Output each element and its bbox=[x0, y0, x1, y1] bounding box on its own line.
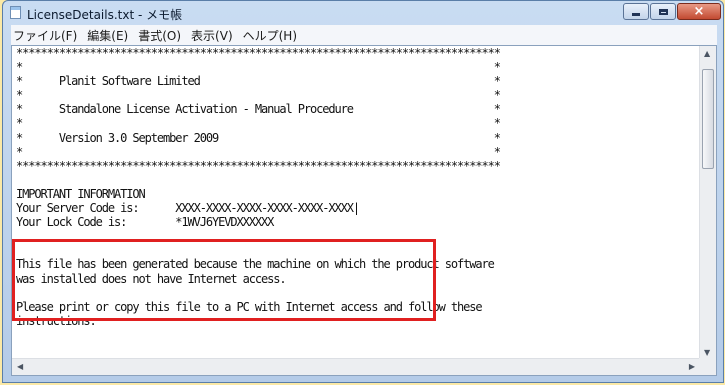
notepad-icon bbox=[10, 6, 21, 19]
menu-format[interactable]: 書式(O) bbox=[136, 27, 185, 44]
vertical-scroll-thumb[interactable] bbox=[702, 69, 714, 169]
doc-line: * Version 3.0 September 2009 * bbox=[16, 130, 501, 145]
doc-line: * * bbox=[16, 88, 501, 103]
doc-line bbox=[12, 173, 700, 187]
window-title: LicenseDetails.txt - メモ帳 bbox=[27, 8, 183, 22]
doc-line: ****************************************… bbox=[16, 158, 501, 173]
doc-line: ****************************************… bbox=[16, 46, 501, 60]
doc-line bbox=[12, 229, 700, 243]
scroll-right-icon[interactable]: ▶ bbox=[689, 362, 695, 371]
doc-line: * * bbox=[16, 60, 501, 75]
doc-line: This file has been generated because the… bbox=[16, 257, 495, 272]
menu-bar: ファイル(F) 編集(E) 書式(O) 表示(V) ヘルプ(H) bbox=[11, 25, 717, 45]
doc-line: instructions. bbox=[16, 313, 97, 328]
doc-line: * Planit Software Limited * bbox=[16, 74, 501, 89]
scroll-left-icon[interactable]: ◀ bbox=[17, 362, 23, 371]
resize-grip[interactable] bbox=[699, 358, 716, 375]
doc-line bbox=[12, 243, 700, 257]
doc-line bbox=[12, 286, 700, 300]
scroll-up-icon[interactable]: ▲ bbox=[704, 49, 710, 58]
doc-line-important-header: IMPORTANT INFORMATION bbox=[16, 186, 146, 201]
minimize-icon bbox=[632, 13, 640, 16]
editor-area: ****************************************… bbox=[11, 45, 717, 376]
title-bar[interactable]: LicenseDetails.txt - メモ帳 × bbox=[3, 1, 723, 25]
menu-file[interactable]: ファイル(F) bbox=[11, 27, 81, 44]
doc-line: * * bbox=[16, 116, 501, 131]
doc-line-server-code: Your Server Code is: XXXX-XXXX-XXXX-XXXX… bbox=[16, 201, 360, 216]
minimize-button[interactable] bbox=[623, 3, 649, 20]
doc-line: * Standalone License Activation - Manual… bbox=[16, 102, 501, 117]
document-text-area[interactable]: ****************************************… bbox=[12, 46, 700, 360]
maximize-icon bbox=[658, 8, 668, 15]
close-icon: × bbox=[693, 4, 705, 19]
doc-line: Please print or copy this file to a PC w… bbox=[16, 299, 483, 314]
doc-line: * * bbox=[16, 144, 501, 159]
scroll-down-icon[interactable]: ▼ bbox=[704, 348, 710, 357]
doc-line: was installed does not have Internet acc… bbox=[16, 271, 287, 286]
close-button[interactable]: × bbox=[677, 3, 721, 20]
horizontal-scrollbar[interactable]: ◀ ▶ bbox=[12, 358, 700, 375]
menu-help[interactable]: ヘルプ(H) bbox=[241, 27, 301, 44]
menu-view[interactable]: 表示(V) bbox=[189, 27, 237, 44]
maximize-button[interactable] bbox=[650, 3, 676, 20]
vertical-scrollbar[interactable]: ▲ ▼ bbox=[699, 46, 716, 360]
menu-edit[interactable]: 編集(E) bbox=[85, 27, 132, 44]
notepad-window: LicenseDetails.txt - メモ帳 × ファイル(F) 編集(E)… bbox=[2, 0, 724, 383]
doc-line-lock-code: Your Lock Code is: *1WVJ6YEVDXXXXXX bbox=[16, 215, 274, 230]
